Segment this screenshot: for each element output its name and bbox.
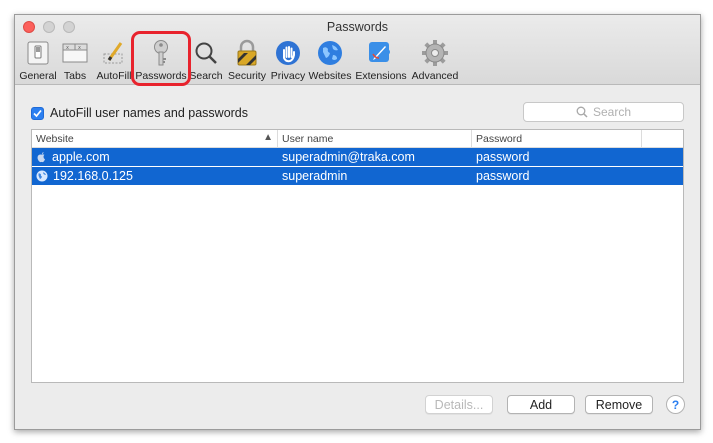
search-field-icon xyxy=(576,106,588,118)
search-placeholder: Search xyxy=(592,105,632,119)
autofill-checkbox[interactable] xyxy=(31,106,44,120)
tab-search[interactable]: Search xyxy=(187,37,225,83)
window-title: Passwords xyxy=(326,20,389,34)
lock-icon xyxy=(231,37,263,69)
details-button[interactable]: Details... xyxy=(425,395,493,414)
tab-security[interactable]: Security xyxy=(225,37,269,83)
tab-extensions[interactable]: Extensions xyxy=(353,37,409,83)
autofill-pencil-icon xyxy=(98,37,130,69)
tab-advanced-label: Advanced xyxy=(411,70,459,82)
tab-passwords[interactable]: Passwords xyxy=(131,31,191,86)
username-cell: superadmin@traka.com xyxy=(282,150,415,164)
help-button[interactable]: ? xyxy=(666,395,685,414)
search-icon xyxy=(190,37,222,69)
table-row[interactable]: 192.168.0.125 superadmin password xyxy=(32,167,683,186)
general-switch-icon xyxy=(22,37,54,69)
tab-autofill[interactable]: AutoFill xyxy=(93,37,135,83)
globe-icon xyxy=(36,170,48,182)
sort-ascending-icon: ▲ xyxy=(263,132,273,143)
key-icon xyxy=(145,37,177,69)
password-cell: password xyxy=(476,150,530,164)
website-text: apple.com xyxy=(52,150,110,164)
password-cell: password xyxy=(476,169,530,183)
apple-logo-icon xyxy=(36,151,47,163)
preferences-toolbar: General x x Tabs AutoFill Passwords Sear… xyxy=(19,31,461,86)
hand-icon xyxy=(272,37,304,69)
gear-icon xyxy=(419,37,451,69)
tab-general[interactable]: General xyxy=(19,37,57,83)
svg-text:x: x xyxy=(66,45,69,51)
table-header: Website ▲ User name Password xyxy=(32,130,683,148)
column-header-website[interactable]: Website ▲ xyxy=(32,130,278,147)
tab-extensions-label: Extensions xyxy=(355,70,407,82)
preferences-window: Passwords General x x Tabs AutoFill Pass… xyxy=(14,14,701,430)
tab-tabs-label: Tabs xyxy=(63,70,87,82)
website-cell: apple.com xyxy=(32,148,278,166)
puzzle-icon xyxy=(365,37,397,69)
website-text: 192.168.0.125 xyxy=(53,169,133,183)
table-row[interactable]: apple.com superadmin@traka.com password xyxy=(32,148,683,167)
svg-text:x: x xyxy=(78,45,81,51)
globe-icon xyxy=(314,37,346,69)
autofill-checkbox-label: AutoFill user names and passwords xyxy=(50,106,249,120)
remove-button[interactable]: Remove xyxy=(585,395,653,414)
tab-security-label: Security xyxy=(228,70,266,82)
autofill-option[interactable]: AutoFill user names and passwords xyxy=(31,106,248,120)
column-header-password[interactable]: Password xyxy=(472,130,642,147)
tab-search-label: Search xyxy=(189,70,223,82)
tab-websites-label: Websites xyxy=(308,70,352,82)
tab-privacy[interactable]: Privacy xyxy=(269,37,307,83)
tab-privacy-label: Privacy xyxy=(270,70,306,82)
column-header-label: User name xyxy=(282,132,334,145)
column-header-label: Website xyxy=(36,132,74,145)
website-cell: 192.168.0.125 xyxy=(32,167,278,185)
search-field[interactable]: Search xyxy=(523,102,684,122)
passwords-table: Website ▲ User name Password apple.com s… xyxy=(31,129,684,383)
username-cell: superadmin xyxy=(282,169,348,183)
tab-general-label: General xyxy=(19,70,57,82)
tab-passwords-label: Passwords xyxy=(135,70,187,82)
tab-tabs[interactable]: x x Tabs xyxy=(57,37,93,83)
titlebar: Passwords General x x Tabs AutoFill Pass… xyxy=(15,15,700,86)
tabs-icon: x x xyxy=(59,37,91,69)
tab-autofill-label: AutoFill xyxy=(96,70,132,82)
column-header-username[interactable]: User name xyxy=(278,130,472,147)
column-header-label: Password xyxy=(476,132,523,145)
tab-advanced[interactable]: Advanced xyxy=(409,37,461,83)
checkmark-icon xyxy=(33,109,42,117)
add-button[interactable]: Add xyxy=(507,395,575,414)
tab-websites[interactable]: Websites xyxy=(307,37,353,83)
column-header-filler xyxy=(642,130,683,147)
